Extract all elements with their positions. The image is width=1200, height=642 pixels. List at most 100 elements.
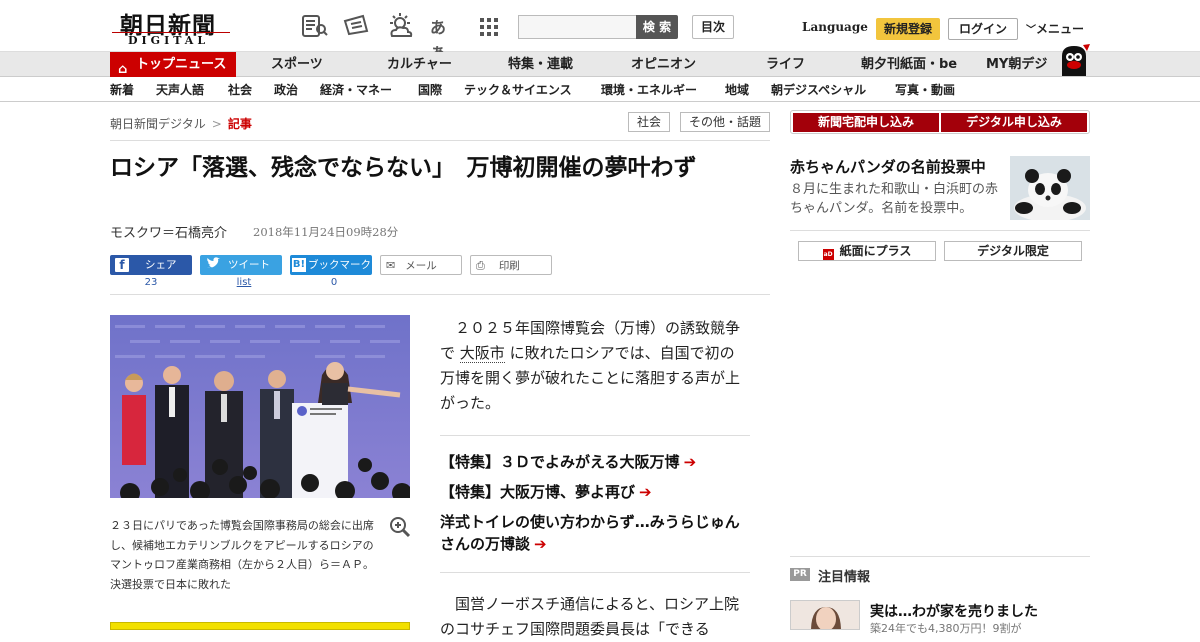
related-link-label: 【特集】大阪万博、夢よ再び <box>440 483 636 501</box>
zoom-in-icon[interactable] <box>389 516 411 538</box>
divider <box>110 140 770 141</box>
nav-top-news[interactable]: ⌂ トップニュース <box>110 52 236 77</box>
twitter-share-button[interactable]: ツイート <box>200 255 282 275</box>
nav2-special[interactable]: 朝デジスペシャル <box>771 78 866 102</box>
megaphone-icon[interactable] <box>342 12 370 40</box>
nav-opinion[interactable]: オピニオン <box>631 52 696 77</box>
register-button[interactable]: 新規登録 <box>876 18 940 40</box>
tag-other[interactable]: その他・話題 <box>680 112 770 132</box>
divider <box>440 572 750 573</box>
nav-my-asadigi[interactable]: MY朝デジ <box>986 52 1047 77</box>
nav2-tech[interactable]: テック＆サイエンス <box>464 78 572 102</box>
nav2-region[interactable]: 地域 <box>725 78 749 102</box>
facebook-count: 23 <box>144 277 158 288</box>
related-link-label: 【特集】３Ｄでよみがえる大阪万博 <box>440 453 680 471</box>
divider <box>790 230 1090 231</box>
article-body: 国営ノーボスチ通信によると、ロシア上院のコサチェフ国際問題委員長は「できる <box>440 595 739 638</box>
paper-plus-button[interactable]: aD 紙面にプラス <box>798 241 936 261</box>
toc-button[interactable]: 目次 <box>692 15 734 39</box>
logo-rule <box>112 32 230 33</box>
twitter-icon <box>206 255 220 275</box>
nav-paper[interactable]: 朝夕刊紙面・be <box>861 52 957 77</box>
site-header: 朝日新聞 DIGITAL あぁ 検 索 目次 Language 新規登録 ログイ… <box>0 0 1200 61</box>
related-link[interactable]: 洋式トイレの使い方わからず…みうらじゅんさんの万博談 ➔ <box>440 511 750 555</box>
nav2-tenseijingo[interactable]: 天声人語 <box>156 78 204 102</box>
divider <box>790 556 1090 557</box>
font-size-icon[interactable]: あぁ <box>430 14 458 61</box>
digital-only-button[interactable]: デジタル限定 <box>944 241 1082 261</box>
print-button[interactable]: ⎙ 印刷 <box>470 255 552 275</box>
nav-features[interactable]: 特集・連載 <box>508 52 573 77</box>
hatena-icon: B! <box>292 258 306 272</box>
apps-grid-icon[interactable] <box>478 12 506 40</box>
print-label: 印刷 <box>498 260 520 272</box>
nav2-politics[interactable]: 政治 <box>274 78 298 102</box>
related-link[interactable]: 【特集】３Ｄでよみがえる大阪万博 ➔ <box>440 451 760 473</box>
digital-subscribe-button[interactable]: デジタル申し込み <box>941 113 1087 132</box>
newspaper-subscribe-button[interactable]: 新聞宅配申し込み <box>793 113 939 132</box>
chevron-down-icon: ﹀ <box>1026 25 1036 36</box>
nav-sports[interactable]: スポーツ <box>271 52 323 77</box>
newspaper-icon[interactable] <box>300 12 328 40</box>
divider <box>110 294 770 295</box>
nav-top-news-label: トップニュース <box>136 57 227 72</box>
pr-section-title: 注目情報 <box>818 570 871 585</box>
hatena-bookmark-button[interactable]: B! ブックマーク <box>290 255 372 275</box>
photo-caption: ２３日にパリであった博覧会国際事務局の総会に出席し、候補地エカテリンブルクをアピ… <box>110 519 374 591</box>
mail-icon: ✉ <box>386 259 396 272</box>
facebook-share-label: シェア <box>145 259 177 271</box>
primary-nav: ⌂ トップニュース スポーツ カルチャー 特集・連載 オピニオン ライフ 朝夕刊… <box>0 52 1200 77</box>
pr-subtext: 築24年でも4,380万円！9割が <box>870 622 1022 635</box>
pr-thumbnail[interactable] <box>790 600 860 630</box>
arrow-right-icon: ➔ <box>639 483 652 501</box>
facebook-share-button[interactable]: f シェア <box>110 255 192 275</box>
logo-sub: DIGITAL <box>128 34 210 47</box>
nav-life[interactable]: ライフ <box>766 52 805 77</box>
nav2-international[interactable]: 国際 <box>418 78 442 102</box>
tag-society[interactable]: 社会 <box>628 112 670 132</box>
ad-banner[interactable] <box>110 622 410 630</box>
related-link-label: 洋式トイレの使い方わからず…みうらじゅんさんの万博談 <box>440 513 740 553</box>
asahi-logo[interactable]: 朝日新聞 DIGITAL <box>112 6 230 48</box>
paper-plus-label: 紙面にプラス <box>839 244 912 258</box>
pr-headline[interactable]: 実は…わが家を売りました <box>870 601 1038 621</box>
subscribe-box: 新聞宅配申し込み デジタル申し込み <box>790 110 1090 134</box>
nav2-latest[interactable]: 新着 <box>110 78 134 102</box>
divider <box>440 435 750 436</box>
panda-vote-title[interactable]: 赤ちゃんパンダの名前投票中 <box>790 156 986 177</box>
arrow-right-icon: ➔ <box>683 453 697 471</box>
panda-photo[interactable] <box>1010 156 1090 220</box>
secondary-nav: 新着 天声人語 社会 政治 経済・マネー 国際 テック＆サイエンス 環境・エネル… <box>0 78 1200 102</box>
nav2-environment[interactable]: 環境・エネルギー <box>601 78 697 102</box>
login-button[interactable]: ログイン <box>948 18 1018 40</box>
twitter-list-link[interactable]: list <box>200 277 288 288</box>
language-link[interactable]: Language <box>802 20 868 34</box>
publish-date: 2018年11月24日09時28分 <box>253 225 399 239</box>
mascot-icon <box>1056 42 1092 78</box>
menu-button[interactable]: ﹀メニュー <box>1026 20 1084 37</box>
search-input[interactable] <box>518 15 638 39</box>
facebook-icon: f <box>115 258 129 272</box>
nav2-photo-video[interactable]: 写真・動画 <box>895 78 955 102</box>
arrow-right-icon: ➔ <box>534 535 547 553</box>
nav-culture[interactable]: カルチャー <box>387 52 452 77</box>
hatena-label: ブックマーク <box>308 259 371 271</box>
breadcrumb-home[interactable]: 朝日新聞デジタル <box>110 117 206 131</box>
nav2-economy[interactable]: 経済・マネー <box>320 78 392 102</box>
article-photo[interactable] <box>110 315 410 498</box>
related-link[interactable]: 【特集】大阪万博、夢よ再び ➔ <box>440 481 760 503</box>
mail-button[interactable]: ✉ メール <box>380 255 462 275</box>
article-lead: ２０２５年国際博覧会（万博）の誘致競争で 大阪市 に敗れたロシアでは、自国で初の… <box>440 316 745 416</box>
paper-plus-icon: aD <box>822 249 834 260</box>
keyword-link[interactable]: 大阪市 <box>459 344 505 363</box>
printer-icon: ⎙ <box>476 259 485 272</box>
menu-label: メニュー <box>1036 22 1085 36</box>
weather-icon[interactable] <box>386 12 414 40</box>
breadcrumb-current: 記事 <box>227 117 252 131</box>
search-button[interactable]: 検 索 <box>636 15 678 39</box>
breadcrumb: 朝日新聞デジタル > 記事 <box>110 115 252 132</box>
breadcrumb-sep: > <box>211 117 222 131</box>
nav2-society[interactable]: 社会 <box>228 78 252 102</box>
hatena-count: 0 <box>330 277 338 288</box>
twitter-share-label: ツイート <box>228 259 270 271</box>
